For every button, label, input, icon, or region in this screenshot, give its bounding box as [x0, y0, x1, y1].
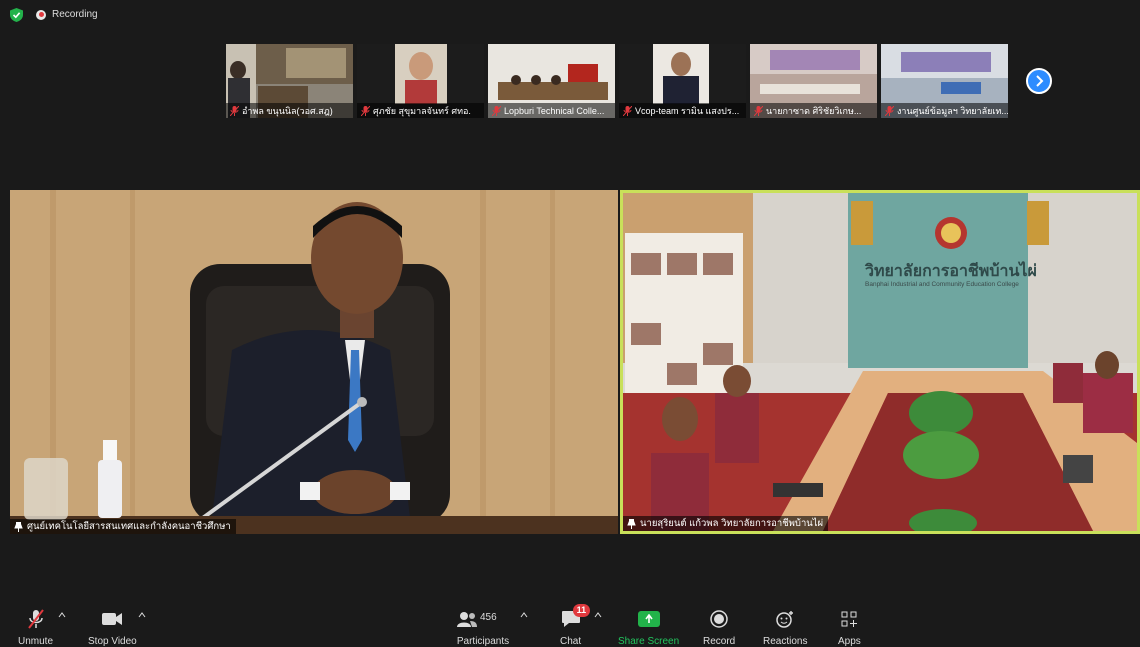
- participant-name: ศุภชัย สุขุมาลจันทร์ ศทอ.: [373, 105, 471, 116]
- share-screen-icon: [637, 611, 660, 627]
- mic-muted-icon: [754, 105, 763, 116]
- mic-muted-icon: [230, 105, 239, 116]
- participants-button[interactable]: 456 Participants: [456, 608, 510, 647]
- participant-thumbnail[interactable]: อำพล ขนุนนิล(วอศ.สฎ): [226, 44, 353, 118]
- active-speaker-name: นายสุริยนต์ แก้วพล วิทยาลัยการอาชีพบ้านไ…: [640, 518, 824, 529]
- meeting-controls-toolbar: Unmute Stop Video 456 Participants 11 Ch…: [0, 600, 1140, 647]
- chat-unread-badge: 11: [572, 604, 591, 617]
- participant-name: งานศูนย์ข้อมูลฯ วิทยาลัยเท...: [897, 105, 1008, 116]
- chat-button[interactable]: 11 Chat: [560, 604, 591, 647]
- apps-button[interactable]: Apps: [838, 608, 861, 647]
- participant-thumbnail[interactable]: Lopburi Technical Colle...: [488, 44, 615, 118]
- mic-muted-icon: [361, 105, 370, 116]
- participants-count: 456: [480, 612, 497, 623]
- mic-muted-icon: [27, 609, 44, 629]
- participant-nameplate: นายกาซาด ศิริชัยวิเกษ...: [750, 103, 877, 118]
- apps-icon: [841, 611, 858, 627]
- reactions-icon: [776, 611, 794, 628]
- record-button-icon: [710, 610, 728, 628]
- shield-icon[interactable]: [10, 8, 23, 22]
- active-speaker-video-tile[interactable]: วิทยาลัยการอาชีพบ้านไผ่ Banphai Industri…: [620, 190, 1140, 534]
- participant-thumbnail[interactable]: งานศูนย์ข้อมูลฯ วิทยาลัยเท...: [881, 44, 1008, 118]
- reactions-label: Reactions: [763, 636, 808, 647]
- participant-name: นายกาซาด ศิริชัยวิเกษ...: [766, 105, 862, 116]
- speaker-video: [10, 190, 618, 534]
- participant-nameplate: อำพล ขนุนนิล(วอศ.สฎ): [226, 103, 353, 118]
- record-label: Record: [703, 636, 736, 647]
- speaker-name: ศูนย์เทคโนโลยีสารสนเทศและกำลังคนอาชีวศึก…: [27, 521, 231, 532]
- participant-nameplate: งานศูนย์ข้อมูลฯ วิทยาลัยเท...: [881, 103, 1008, 118]
- chevron-right-icon: [1036, 75, 1044, 87]
- participant-thumbnail[interactable]: นายกาซาด ศิริชัยวิเกษ...: [750, 44, 877, 118]
- participant-thumbnail[interactable]: ศุภชัย สุขุมาลจันทร์ ศทอ.: [357, 44, 484, 118]
- next-page-button[interactable]: [1026, 68, 1052, 94]
- participants-label: Participants: [456, 636, 510, 647]
- chevron-up-icon[interactable]: [138, 612, 146, 618]
- stop-video-button[interactable]: Stop Video: [88, 608, 137, 647]
- share-screen-button[interactable]: Share Screen: [618, 608, 679, 647]
- share-screen-label: Share Screen: [618, 636, 680, 647]
- record-button[interactable]: Record: [703, 608, 735, 647]
- reactions-button[interactable]: Reactions: [763, 608, 807, 647]
- apps-label: Apps: [838, 636, 861, 647]
- video-camera-icon: [102, 613, 123, 625]
- participant-thumbnail-strip: อำพล ขนุนนิล(วอศ.สฎ) ศุภชัย สุขุมาลจันทร…: [226, 44, 1008, 118]
- participant-name: Lopburi Technical Colle...: [504, 105, 605, 116]
- meeting-top-bar: Recording: [0, 0, 1140, 30]
- speaker-video-tile[interactable]: ศูนย์เทคโนโลยีสารสนเทศและกำลังคนอาชีวศึก…: [10, 190, 618, 534]
- mic-muted-icon: [623, 105, 632, 116]
- recording-indicator[interactable]: Recording: [36, 9, 98, 20]
- participant-nameplate: ศุภชัย สุขุมาลจันทร์ ศทอ.: [357, 103, 484, 118]
- participant-nameplate: Vcop-team รามิน แสงปร...: [619, 103, 746, 118]
- unmute-button[interactable]: Unmute: [18, 608, 53, 647]
- pin-icon: [14, 521, 23, 532]
- mic-muted-icon: [885, 105, 894, 116]
- participants-icon: [457, 612, 477, 627]
- recording-label: Recording: [52, 9, 98, 20]
- active-speaker-nameplate: นายสุริยนต์ แก้วพล วิทยาลัยการอาชีพบ้านไ…: [623, 516, 829, 531]
- chevron-up-icon[interactable]: [58, 612, 66, 618]
- participant-thumbnail[interactable]: Vcop-team รามิน แสงปร...: [619, 44, 746, 118]
- pin-icon: [627, 518, 636, 529]
- chevron-up-icon[interactable]: [520, 612, 528, 618]
- participant-name: อำพล ขนุนนิล(วอศ.สฎ): [242, 105, 333, 116]
- participant-name: Vcop-team รามิน แสงปร...: [635, 105, 740, 116]
- conference-room-video: [623, 193, 1137, 531]
- chat-label: Chat: [560, 636, 582, 647]
- mic-muted-icon: [492, 105, 501, 116]
- record-icon: [36, 9, 46, 20]
- participant-nameplate: Lopburi Technical Colle...: [488, 103, 615, 118]
- stop-video-label: Stop Video: [88, 636, 137, 647]
- unmute-label: Unmute: [18, 636, 54, 647]
- room-sign-english: Banphai Industrial and Community Educati…: [865, 281, 1019, 288]
- speaker-nameplate: ศูนย์เทคโนโลยีสารสนเทศและกำลังคนอาชีวศึก…: [10, 519, 236, 534]
- chevron-up-icon[interactable]: [594, 612, 602, 618]
